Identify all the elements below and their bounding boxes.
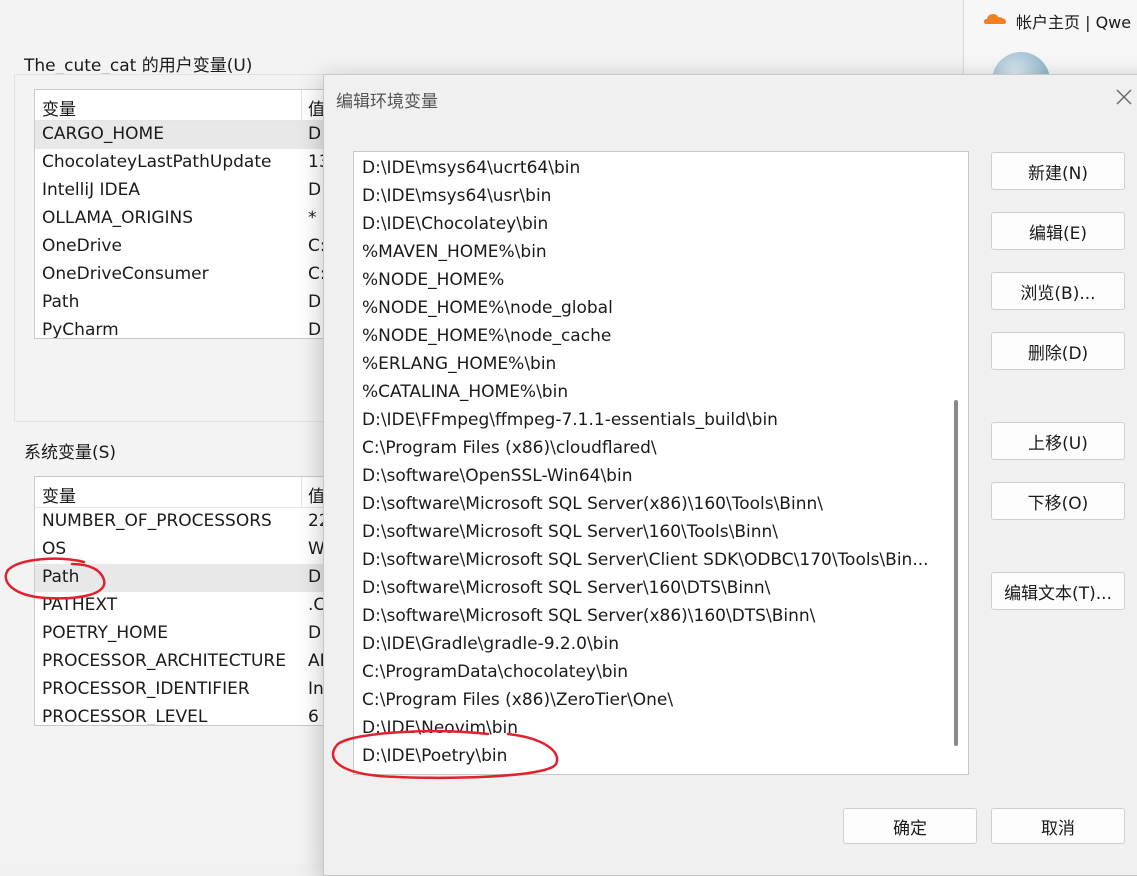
table-row[interactable]: OneDrive C: bbox=[35, 233, 335, 261]
row-name: Path bbox=[42, 292, 80, 312]
list-header: 变量 值 bbox=[35, 477, 335, 508]
list-item[interactable]: %ERLANG_HOME%\bin bbox=[362, 350, 940, 378]
cloudflare-icon bbox=[984, 14, 1006, 24]
list-item[interactable]: D:\IDE\msys64\ucrt64\bin bbox=[362, 154, 940, 182]
list-item[interactable]: D:\IDE\Neovim\bin bbox=[362, 714, 940, 742]
delete-button[interactable]: 删除(D) bbox=[991, 332, 1125, 370]
edit-button[interactable]: 编辑(E) bbox=[991, 212, 1125, 250]
row-value: * bbox=[308, 208, 317, 228]
table-row[interactable]: Path D: bbox=[35, 289, 335, 317]
system-variables-list[interactable]: 变量 值 NUMBER_OF_PROCESSORS 22 OS W Path D: P… bbox=[34, 476, 336, 726]
row-value: 6 bbox=[308, 707, 319, 726]
list-item[interactable]: D:\software\OpenSSL-Win64\bin bbox=[362, 462, 940, 490]
user-variables-title: The_cute_cat 的用户变量(U) bbox=[24, 56, 253, 76]
table-row[interactable]: NUMBER_OF_PROCESSORS 22 bbox=[35, 508, 335, 536]
row-name: NUMBER_OF_PROCESSORS bbox=[42, 511, 272, 531]
list-item[interactable]: D:\IDE\Gradle\gradle-9.2.0\bin bbox=[362, 630, 940, 658]
list-item[interactable]: D:\software\Microsoft SQL Server\160\Too… bbox=[362, 518, 940, 546]
list-item[interactable]: %NODE_HOME%\node_global bbox=[362, 294, 940, 322]
cancel-button[interactable]: 取消 bbox=[991, 808, 1125, 844]
row-name: PROCESSOR_ARCHITECTURE bbox=[42, 651, 286, 671]
row-name: Path bbox=[42, 567, 80, 587]
table-row[interactable]: ChocolateyLastPathUpdate 13 bbox=[35, 149, 335, 177]
list-item[interactable]: C:\Program Files (x86)\ZeroTier\One\ bbox=[362, 686, 940, 714]
table-row[interactable]: IntelliJ IDEA D: bbox=[35, 177, 335, 205]
list-item[interactable]: %CATALINA_HOME%\bin bbox=[362, 378, 940, 406]
column-header-name[interactable]: 变量 bbox=[42, 482, 76, 507]
list-item[interactable]: D:\IDE\Chocolatey\bin bbox=[362, 210, 940, 238]
move-down-button[interactable]: 下移(O) bbox=[991, 482, 1125, 520]
row-name: OneDriveConsumer bbox=[42, 264, 209, 284]
column-header-name[interactable]: 变量 bbox=[42, 95, 76, 120]
table-row[interactable]: POETRY_HOME D: bbox=[35, 620, 335, 648]
system-variables-title: 系统变量(S) bbox=[24, 443, 117, 463]
list-item[interactable]: D:\software\Microsoft SQL Server(x86)\16… bbox=[362, 490, 940, 518]
list-item[interactable]: %NODE_HOME%\node_cache bbox=[362, 322, 940, 350]
table-row[interactable]: OS W bbox=[35, 536, 335, 564]
row-name: PROCESSOR_LEVEL bbox=[42, 707, 208, 726]
list-item[interactable]: %MAVEN_HOME%\bin bbox=[362, 238, 940, 266]
list-item[interactable]: D:\software\Microsoft SQL Server(x86)\16… bbox=[362, 602, 940, 630]
table-row[interactable]: PROCESSOR_IDENTIFIER In bbox=[35, 676, 335, 704]
browser-tab-title[interactable]: 帐户主页 | Qwe bbox=[1016, 9, 1131, 33]
move-up-button[interactable]: 上移(U) bbox=[991, 422, 1125, 460]
list-item[interactable]: C:\Program Files (x86)\cloudflared\ bbox=[362, 434, 940, 462]
list-item[interactable]: %NODE_HOME% bbox=[362, 266, 940, 294]
dialog-title: 编辑环境变量 bbox=[336, 92, 438, 112]
table-row[interactable]: PROCESSOR_ARCHITECTURE AI bbox=[35, 648, 335, 676]
edit-text-button[interactable]: 编辑文本(T)... bbox=[991, 572, 1125, 610]
user-variables-list[interactable]: 变量 值 CARGO_HOME D: ChocolateyLastPathUpda… bbox=[34, 89, 336, 339]
close-icon[interactable] bbox=[1112, 85, 1136, 109]
list-item[interactable]: C:\ProgramData\chocolatey\bin bbox=[362, 658, 940, 686]
path-list[interactable]: D:\IDE\msys64\ucrt64\bin D:\IDE\msys64\u… bbox=[353, 151, 969, 775]
new-button[interactable]: 新建(N) bbox=[991, 152, 1125, 190]
scrollbar-thumb[interactable] bbox=[954, 400, 958, 746]
list-item[interactable]: D:\software\Microsoft SQL Server\Client … bbox=[362, 546, 940, 574]
list-header: 变量 值 bbox=[35, 90, 335, 121]
table-row[interactable]: PyCharm D: bbox=[35, 317, 335, 339]
table-row[interactable]: PATHEXT .C bbox=[35, 592, 335, 620]
list-item-poetry-bin[interactable]: D:\IDE\Poetry\bin bbox=[362, 742, 940, 770]
row-name: CARGO_HOME bbox=[42, 124, 164, 144]
table-row[interactable]: PROCESSOR_LEVEL 6 bbox=[35, 704, 335, 726]
column-separator[interactable] bbox=[301, 90, 302, 120]
row-name: PyCharm bbox=[42, 320, 119, 339]
row-name: POETRY_HOME bbox=[42, 623, 168, 643]
list-item[interactable]: D:\IDE\msys64\usr\bin bbox=[362, 182, 940, 210]
table-row-path-selected[interactable]: Path D: bbox=[35, 564, 335, 592]
row-name: IntelliJ IDEA bbox=[42, 180, 140, 200]
row-name: OLLAMA_ORIGINS bbox=[42, 208, 194, 228]
table-row[interactable]: OLLAMA_ORIGINS * bbox=[35, 205, 335, 233]
column-separator[interactable] bbox=[301, 477, 302, 507]
browse-button[interactable]: 浏览(B)... bbox=[991, 272, 1125, 310]
list-item[interactable]: D:\IDE\FFmpeg\ffmpeg-7.1.1-essentials_bu… bbox=[362, 406, 940, 434]
edit-environment-variable-dialog: 编辑环境变量 D:\IDE\msys64\ucrt64\bin D:\IDE\m… bbox=[323, 74, 1137, 876]
row-name: OneDrive bbox=[42, 236, 122, 256]
table-row[interactable]: OneDriveConsumer C: bbox=[35, 261, 335, 289]
row-value: In bbox=[308, 679, 324, 699]
table-row[interactable]: CARGO_HOME D: bbox=[35, 121, 335, 149]
row-name: ChocolateyLastPathUpdate bbox=[42, 152, 272, 172]
list-item[interactable]: D:\software\Microsoft SQL Server\160\DTS… bbox=[362, 574, 940, 602]
ok-button[interactable]: 确定 bbox=[843, 808, 977, 844]
row-name: PATHEXT bbox=[42, 595, 118, 615]
row-name: OS bbox=[42, 539, 67, 559]
row-name: PROCESSOR_IDENTIFIER bbox=[42, 679, 250, 699]
